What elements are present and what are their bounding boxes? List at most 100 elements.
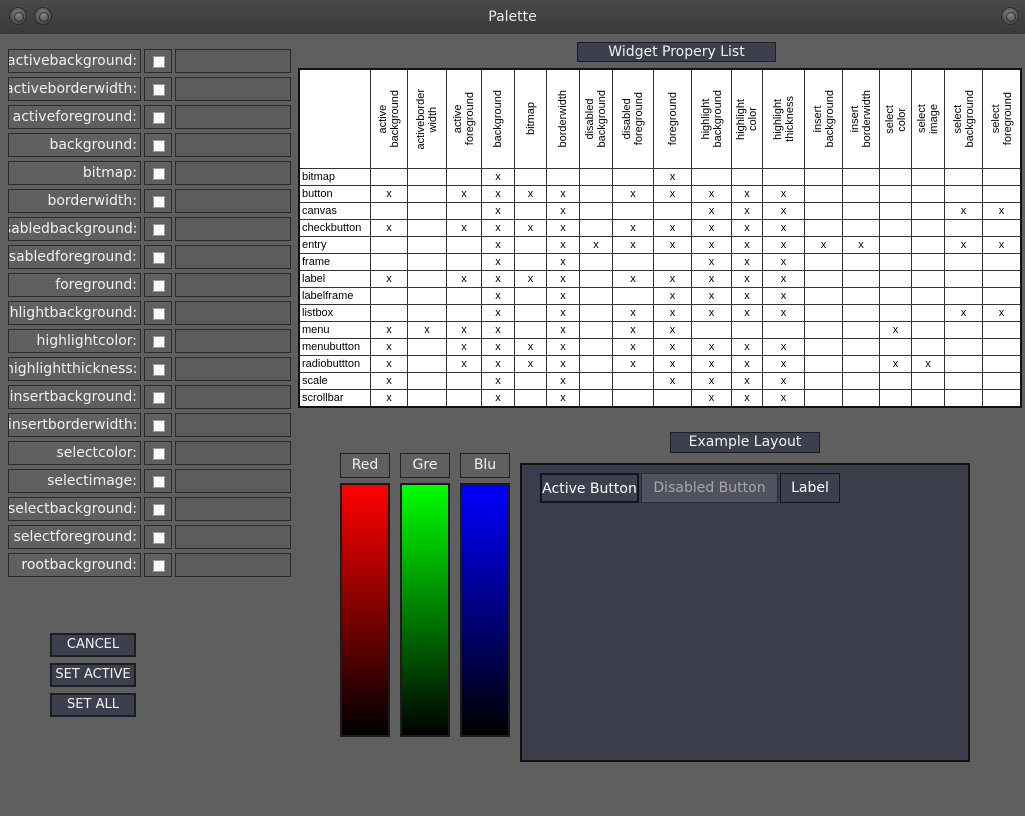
property-label: background: [8,133,141,157]
table-row-name: label [298,270,371,288]
property-checkbox[interactable] [144,133,172,157]
property-checkbox[interactable] [144,525,172,549]
property-value-field[interactable] [175,357,291,381]
property-value-field[interactable] [175,525,291,549]
property-value-field[interactable] [175,553,291,577]
set-all-button[interactable]: SET ALL [50,693,136,717]
active-button[interactable]: Active Button [540,473,639,503]
table-cell: x [944,202,983,220]
table-row: button x x x x x x x x x x [298,185,1022,203]
table-column-header-text: insert borderwidth [849,90,873,148]
window-close-button[interactable] [9,7,27,25]
property-value-field[interactable] [175,105,291,129]
table-cell: x [546,253,580,271]
property-checkbox[interactable] [144,497,172,521]
table-cell: x [514,219,547,237]
property-value-field[interactable] [175,189,291,213]
table-row: bitmap x x [298,168,1022,186]
property-value-field[interactable] [175,413,291,437]
table-cell: x [446,321,482,339]
property-value-field[interactable] [175,469,291,493]
property-label: rootbackground: [8,553,141,577]
property-value-field[interactable] [175,133,291,157]
checkbox-box [153,140,165,152]
property-value-field[interactable] [175,329,291,353]
table-cell: x [481,185,515,203]
color-slider[interactable] [400,483,450,737]
property-checkbox[interactable] [144,49,172,73]
table-cell [879,185,912,203]
property-label: selectbackground: [8,497,141,521]
window-maximize-button[interactable] [1001,7,1019,25]
property-checkbox[interactable] [144,217,172,241]
table-cell: x [691,236,732,254]
property-checkbox[interactable] [144,189,172,213]
table-column-header-text: active foreground [452,92,476,146]
checkbox-box [153,420,165,432]
table-cell: x [842,236,880,254]
table-cell [879,389,912,408]
color-slider-label: Blu [460,453,510,478]
property-checkbox[interactable] [144,245,172,269]
property-value-field[interactable] [175,385,291,409]
property-value-field[interactable] [175,245,291,269]
table-cell: x [762,338,805,356]
checkbox-box [153,168,165,180]
property-checkbox[interactable] [144,441,172,465]
table-cell: x [762,389,805,408]
property-value-field[interactable] [175,49,291,73]
color-slider[interactable] [460,483,510,737]
property-value-field[interactable] [175,77,291,101]
checkbox-box [153,364,165,376]
table-cell: x [546,321,580,339]
table-row: frame x x x x x [298,253,1022,271]
table-cell: x [691,185,732,203]
property-checkbox[interactable] [144,161,172,185]
property-label: activeborderwidth: [8,77,141,101]
property-checkbox[interactable] [144,357,172,381]
property-checkbox[interactable] [144,469,172,493]
table-column-header: select image [911,68,945,169]
table-cell: x [653,338,692,356]
property-checkbox[interactable] [144,553,172,577]
table-column-header-text: select foreground [989,92,1014,146]
table-row: checkbutton x x x x x x x x x x [298,219,1022,237]
property-checkbox[interactable] [144,329,172,353]
property-checkbox[interactable] [144,105,172,129]
table-column-header: disabled foreground [612,68,654,169]
table-cell [982,219,1022,237]
table-cell [804,168,843,186]
table-cell [653,202,692,220]
property-value-field[interactable] [175,441,291,465]
property-value-field[interactable] [175,161,291,185]
table-cell [579,168,613,186]
table-cell [370,236,408,254]
table-cell: x [691,304,732,322]
property-checkbox[interactable] [144,413,172,437]
set-active-button[interactable]: SET ACTIVE [50,663,136,687]
property-row: selectimage: [8,469,291,493]
property-checkbox[interactable] [144,77,172,101]
table-cell: x [731,389,763,408]
table-cell: x [546,355,580,373]
table-cell: x [612,321,654,339]
property-checkbox[interactable] [144,301,172,325]
property-checkbox[interactable] [144,273,172,297]
property-value-field[interactable] [175,497,291,521]
property-row: insertbackground: [8,385,291,409]
property-value-field[interactable] [175,273,291,297]
table-cell: x [546,185,580,203]
table-cell [691,168,732,186]
table-cell: x [370,389,408,408]
property-checkbox[interactable] [144,385,172,409]
window-minimize-button[interactable] [34,7,52,25]
color-slider[interactable] [340,483,390,737]
table-cell [804,270,843,288]
table-column-header-text: background [492,90,504,148]
property-value-field[interactable] [175,217,291,241]
table-cell [944,321,983,339]
table-cell: x [653,168,692,186]
example-layout-area [520,463,970,762]
cancel-button[interactable]: CANCEL [50,633,136,657]
property-value-field[interactable] [175,301,291,325]
